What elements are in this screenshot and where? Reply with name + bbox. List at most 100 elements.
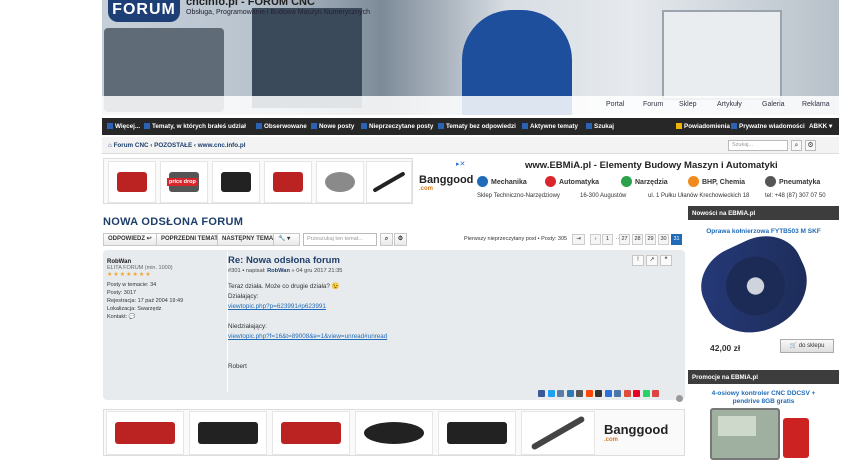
topic-title[interactable]: NOWA ODSŁONA FORUM [103,216,243,228]
notifications-link[interactable]: Powiadomienia [676,123,730,130]
ebmia-ad-banner[interactable]: Banggood .com ▸✕ www.EBMiA.pl - Elementy … [415,158,839,204]
page-27[interactable]: 27 [619,234,630,245]
banggood-logo[interactable]: Banggood .com [604,422,668,443]
sidebar-product-link[interactable]: Oprawa kołnierzowa FYTB503 M SKF [688,228,839,235]
link-unread-posts[interactable]: Nieprzeczytane posty [361,123,433,130]
private-messages-link[interactable]: Prywatne wiadomości [731,123,805,130]
quote-icon[interactable]: ❝ [660,255,672,266]
link-active-topics[interactable]: Aktywne tematy [522,123,578,130]
more-menu[interactable]: Więcej... [107,123,140,130]
link-unanswered[interactable]: Tematy bez odpowiedzi [438,123,516,130]
ad-product-image[interactable] [212,161,260,203]
link-watched[interactable]: Obserwowane [256,123,307,130]
share-icon[interactable]: ↗ [646,255,658,266]
sidebar-promo: Promocje na EBMiA.pl 4-osiowy kontroler … [688,370,839,463]
breadcrumb-category[interactable]: POZOSTAŁE [154,142,192,149]
category-mechanika[interactable]: Mechanika [477,176,527,187]
ad-product-image[interactable] [355,411,433,455]
category-automatyka[interactable]: Automatyka [545,176,599,187]
reply-button[interactable]: ODPOWIEDZ ↩ [103,233,157,246]
ad-product-image[interactable] [106,411,184,455]
ad-product-image[interactable] [108,161,156,203]
page-28[interactable]: 28 [632,234,643,245]
page-29[interactable]: 29 [645,234,656,245]
page-1[interactable]: 1 [602,234,613,245]
gear-icon[interactable]: ⚙ [805,140,816,151]
whatsapp-icon[interactable] [642,390,650,397]
search-icon [586,123,592,129]
search-input[interactable]: Szukaj... [728,140,788,151]
pinterest-icon[interactable] [633,390,640,397]
post-count[interactable]: Posty: 3017 [107,290,219,296]
posts-in-topic[interactable]: Posty w temacie: 34 [107,282,219,288]
nav-artykuly[interactable]: Artykuły [717,101,742,108]
digg-icon[interactable] [557,390,564,397]
previous-topic-button[interactable]: POPRZEDNI TEMAT [156,233,223,246]
ebmia-ad-title[interactable]: www.EBMiA.pl - Elementy Budowy Maszyn i … [525,160,778,171]
category-pneumatyka[interactable]: Pneumatyka [765,176,820,187]
sidebar-promo-link[interactable]: 4-osiowy kontroler CNC DDCSV + pendrive … [688,390,839,406]
ad-product-image[interactable] [316,161,364,203]
breadcrumb-forum[interactable]: Forum CNC [114,142,149,149]
topic-search-input[interactable]: Przeszukaj ten temat... [303,233,377,246]
reddit-icon[interactable] [585,390,593,397]
category-bhp[interactable]: BHP, Chemia [688,176,745,187]
user-menu[interactable]: ABKK ▾ [809,123,832,130]
ad-product-image[interactable] [521,411,595,455]
ad-product-image[interactable] [272,411,350,455]
link-participated[interactable]: Tematy, w których brałeś udział [144,123,246,130]
ad-product-image[interactable]: price drop [160,161,208,203]
twitter-icon[interactable] [547,390,555,397]
bottom-product-ad[interactable]: Banggood .com [103,409,685,456]
vk-icon[interactable] [614,390,621,397]
report-icon[interactable]: ! [632,255,644,266]
post-number[interactable]: #301 [228,268,241,274]
tumblr-icon[interactable] [576,390,583,397]
nav-sklep[interactable]: Sklep [679,101,697,108]
top-product-ad[interactable]: price drop [103,158,413,204]
banggood-logo[interactable]: Banggood .com [419,174,473,192]
sidebar-news-heading[interactable]: Nowości na EBMiA.pl [688,206,839,220]
tools-dropdown[interactable]: 🔧 ▾ [273,233,300,246]
sidebar-promo-heading[interactable]: Promocje na EBMiA.pl [688,370,839,384]
nav-portal[interactable]: Portal [606,101,624,108]
google-plus-icon[interactable] [623,390,631,397]
chat-icon[interactable]: 💬 [129,314,136,320]
post-link[interactable]: viewtopic.php?p=623991#p623991 [228,303,326,310]
pendrive-image[interactable] [783,418,809,458]
facebook-icon[interactable] [538,390,545,397]
nav-forum[interactable]: Forum [643,101,663,108]
shop-button[interactable]: 🛒 do sklepu [780,339,834,353]
linkedin-icon[interactable] [604,390,612,397]
delicious-icon[interactable] [566,390,574,397]
post-title[interactable]: Re: Nowa odsłona forum [228,255,340,266]
page-31-current[interactable]: 31 [671,234,682,245]
email-icon[interactable] [652,390,659,397]
link-search[interactable]: Szukaj [586,123,614,130]
gear-icon[interactable]: ⚙ [394,233,407,246]
jump-to-page-icon[interactable]: ⇥ [572,234,585,245]
search-icon[interactable]: ⌕ [380,233,393,246]
previous-page-icon[interactable]: ‹ [590,234,601,245]
search-icon[interactable]: ⌕ [791,140,802,151]
next-topic-button[interactable]: NASTĘPNY TEMAT [217,233,282,246]
back-to-top-icon[interactable] [676,395,683,402]
breadcrumb-subforum[interactable]: www.cnc.info.pl [198,142,246,149]
ad-product-image[interactable] [366,161,412,203]
ad-product-image[interactable] [438,411,516,455]
post-body: Re: Nowa odsłona forum #301 ▪ napisał: R… [227,252,679,397]
stumble-icon[interactable] [595,390,602,397]
link-new-posts[interactable]: Nowe posty [311,123,354,130]
post-author-link[interactable]: RobWan [267,268,290,274]
nav-reklama[interactable]: Reklama [802,101,830,108]
cnc-controller-image[interactable] [710,408,780,460]
nav-galeria[interactable]: Galeria [762,101,785,108]
bearing-product-image[interactable] [688,223,823,349]
ad-info-icon[interactable]: ▸✕ [456,160,466,168]
site-logo[interactable]: FORUM [108,0,180,22]
ad-product-image[interactable] [189,411,267,455]
category-narzedzia[interactable]: Narzędzia [621,176,668,187]
post-link[interactable]: viewtopic.php?f=16&t=89008&e=1&view=unre… [228,333,387,340]
page-30[interactable]: 30 [658,234,669,245]
ad-product-image[interactable] [264,161,312,203]
